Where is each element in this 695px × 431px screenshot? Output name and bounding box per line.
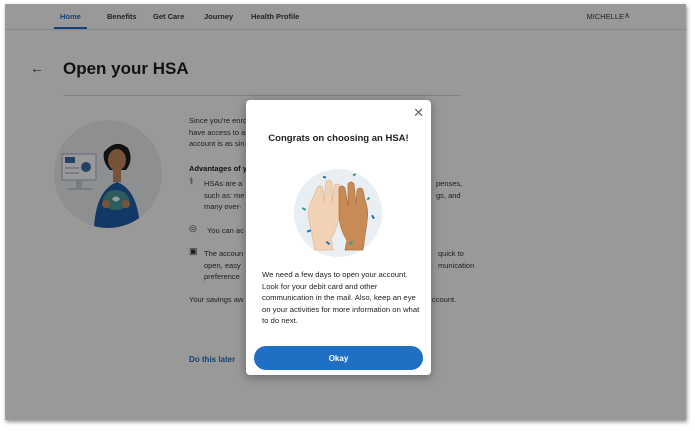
- okay-button[interactable]: Okay: [254, 346, 423, 370]
- modal-title: Congrats on choosing an HSA!: [268, 133, 409, 144]
- high-five-illustration: [293, 168, 383, 258]
- close-icon[interactable]: ✕: [413, 105, 424, 121]
- congrats-modal: ✕ Congrats on choosing an HSA! We need a…: [246, 100, 431, 375]
- modal-message: We need a few days to open your account.…: [262, 270, 420, 325]
- app-window: Home Benefits Get Care Journey Health Pr…: [5, 4, 686, 420]
